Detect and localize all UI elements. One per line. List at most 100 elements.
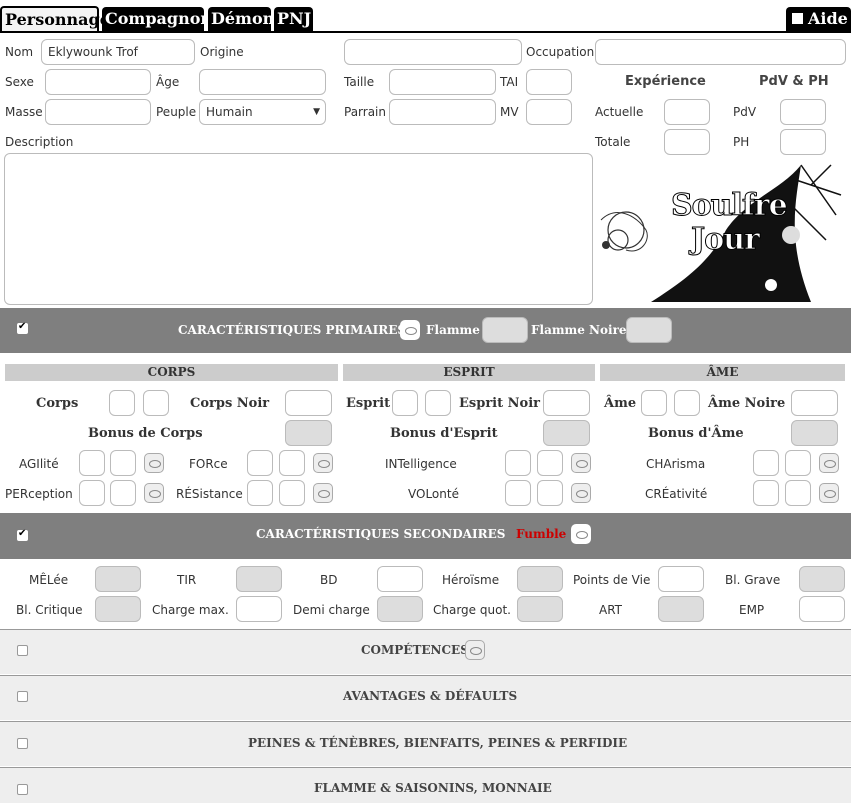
force-roll-icon[interactable] — [313, 453, 333, 473]
intelligence-label: INTelligence — [385, 457, 457, 471]
agilite-input-1[interactable] — [79, 450, 105, 476]
help-tab[interactable]: Aide — [786, 7, 851, 31]
agilite-label: AGIlité — [19, 457, 59, 471]
tab-pnj[interactable]: PNJ — [274, 7, 313, 31]
ame-input-2[interactable] — [674, 390, 700, 416]
flamme-noire-input[interactable] — [626, 317, 672, 343]
logo: Soulfre Jour — [596, 160, 846, 305]
perception-input-2[interactable] — [110, 480, 136, 506]
charisma-input-1[interactable] — [753, 450, 779, 476]
occupation-input[interactable] — [595, 39, 846, 65]
logo-line1: Soulfre — [671, 188, 789, 224]
intelligence-roll-icon[interactable] — [571, 453, 591, 473]
volonte-roll-icon[interactable] — [571, 483, 591, 503]
sexe-input[interactable] — [45, 69, 151, 95]
charisma-input-2[interactable] — [785, 450, 811, 476]
tab-personnage[interactable]: Personnage — [0, 6, 110, 32]
esprit-input-1[interactable] — [392, 390, 418, 416]
tab-compagnon[interactable]: Compagnon — [102, 7, 212, 31]
sexe-label: Sexe — [5, 75, 34, 89]
agilite-input-2[interactable] — [110, 450, 136, 476]
esprit-noir-input[interactable] — [543, 390, 590, 416]
volonte-input-1[interactable] — [505, 480, 531, 506]
ame-input-1[interactable] — [641, 390, 667, 416]
corps-input-1[interactable] — [109, 390, 135, 416]
bonus-ame-label: Bonus d'Âme — [648, 426, 744, 441]
peines-checkbox[interactable] — [17, 738, 28, 749]
help-label: Aide — [808, 9, 848, 28]
experience-title: Expérience — [625, 74, 706, 89]
tai-label: TAI — [500, 75, 519, 89]
competences-title: COMPÉTENCES — [361, 643, 469, 657]
tir-label: TIR — [177, 573, 197, 587]
origine-label: Origine — [200, 45, 244, 59]
volonte-label: VOLonté — [408, 487, 459, 501]
perception-roll-icon[interactable] — [144, 483, 164, 503]
creativite-label: CRÉativité — [645, 487, 708, 501]
esprit-input-2[interactable] — [425, 390, 451, 416]
age-input[interactable] — [199, 69, 326, 95]
demi-charge-label: Demi charge — [293, 603, 370, 617]
creativite-roll-icon[interactable] — [819, 483, 839, 503]
bl-grave-input — [799, 566, 845, 592]
ame-noire-input[interactable] — [791, 390, 838, 416]
bonus-ame-input — [791, 420, 838, 446]
competences-roll-icon[interactable] — [465, 640, 485, 660]
fumble-label: Fumble — [516, 527, 567, 541]
tab-demon[interactable]: Démon — [208, 7, 274, 31]
tai-input[interactable] — [526, 69, 572, 95]
secondary-toggle-checkbox[interactable] — [17, 528, 28, 541]
resistance-roll-icon[interactable] — [313, 483, 333, 503]
creativite-input-2[interactable] — [785, 480, 811, 506]
parrain-input[interactable] — [389, 99, 496, 125]
flamme-checkbox[interactable] — [17, 784, 28, 795]
charisma-roll-icon[interactable] — [819, 453, 839, 473]
intelligence-input-1[interactable] — [505, 450, 531, 476]
avantages-checkbox[interactable] — [17, 691, 28, 702]
melee-input — [95, 566, 141, 592]
perception-label: PERception — [5, 487, 73, 501]
xp-totale-input[interactable] — [664, 129, 710, 155]
corps-input-2[interactable] — [143, 390, 169, 416]
nom-input[interactable]: Eklywounk Trof — [41, 39, 195, 65]
description-textarea[interactable] — [4, 153, 593, 305]
force-input-2[interactable] — [279, 450, 305, 476]
pdv-input[interactable] — [780, 99, 826, 125]
force-label: FORce — [189, 457, 228, 471]
bd-input[interactable] — [377, 566, 423, 592]
perception-input-1[interactable] — [79, 480, 105, 506]
masse-input[interactable] — [45, 99, 151, 125]
mv-input[interactable] — [526, 99, 572, 125]
charge-max-input[interactable] — [236, 596, 282, 622]
pdv-label: PdV — [733, 105, 757, 119]
bl-critique-label: Bl. Critique — [16, 603, 83, 617]
bonus-esprit-input — [543, 420, 590, 446]
points-vie-input[interactable] — [658, 566, 704, 592]
agilite-roll-icon[interactable] — [144, 453, 164, 473]
emp-input[interactable] — [799, 596, 845, 622]
intelligence-input-2[interactable] — [537, 450, 563, 476]
resistance-input-2[interactable] — [279, 480, 305, 506]
force-input-1[interactable] — [247, 450, 273, 476]
creativite-input-1[interactable] — [753, 480, 779, 506]
peuple-select[interactable]: Humain — [199, 99, 326, 125]
charisma-label: CHArisma — [646, 457, 706, 471]
resistance-input-1[interactable] — [247, 480, 273, 506]
taille-input[interactable] — [389, 69, 496, 95]
secondary-title: CARACTÉRISTIQUES SECONDAIRES — [256, 527, 506, 541]
nom-label: Nom — [5, 45, 34, 59]
parrain-label: Parrain — [344, 105, 386, 119]
xp-actuelle-input[interactable] — [664, 99, 710, 125]
primary-toggle-checkbox[interactable] — [17, 321, 28, 334]
ph-input[interactable] — [780, 129, 826, 155]
fumble-roll-icon[interactable] — [571, 524, 591, 544]
flamme-input[interactable] — [482, 317, 528, 343]
origine-input[interactable] — [344, 39, 522, 65]
volonte-input-2[interactable] — [537, 480, 563, 506]
ph-label: PH — [733, 135, 750, 149]
competences-checkbox[interactable] — [17, 645, 28, 656]
bl-critique-input — [95, 596, 141, 622]
pdv-ph-title: PdV & PH — [759, 74, 829, 89]
primary-roll-icon[interactable] — [400, 320, 420, 340]
corps-noir-input[interactable] — [285, 390, 332, 416]
